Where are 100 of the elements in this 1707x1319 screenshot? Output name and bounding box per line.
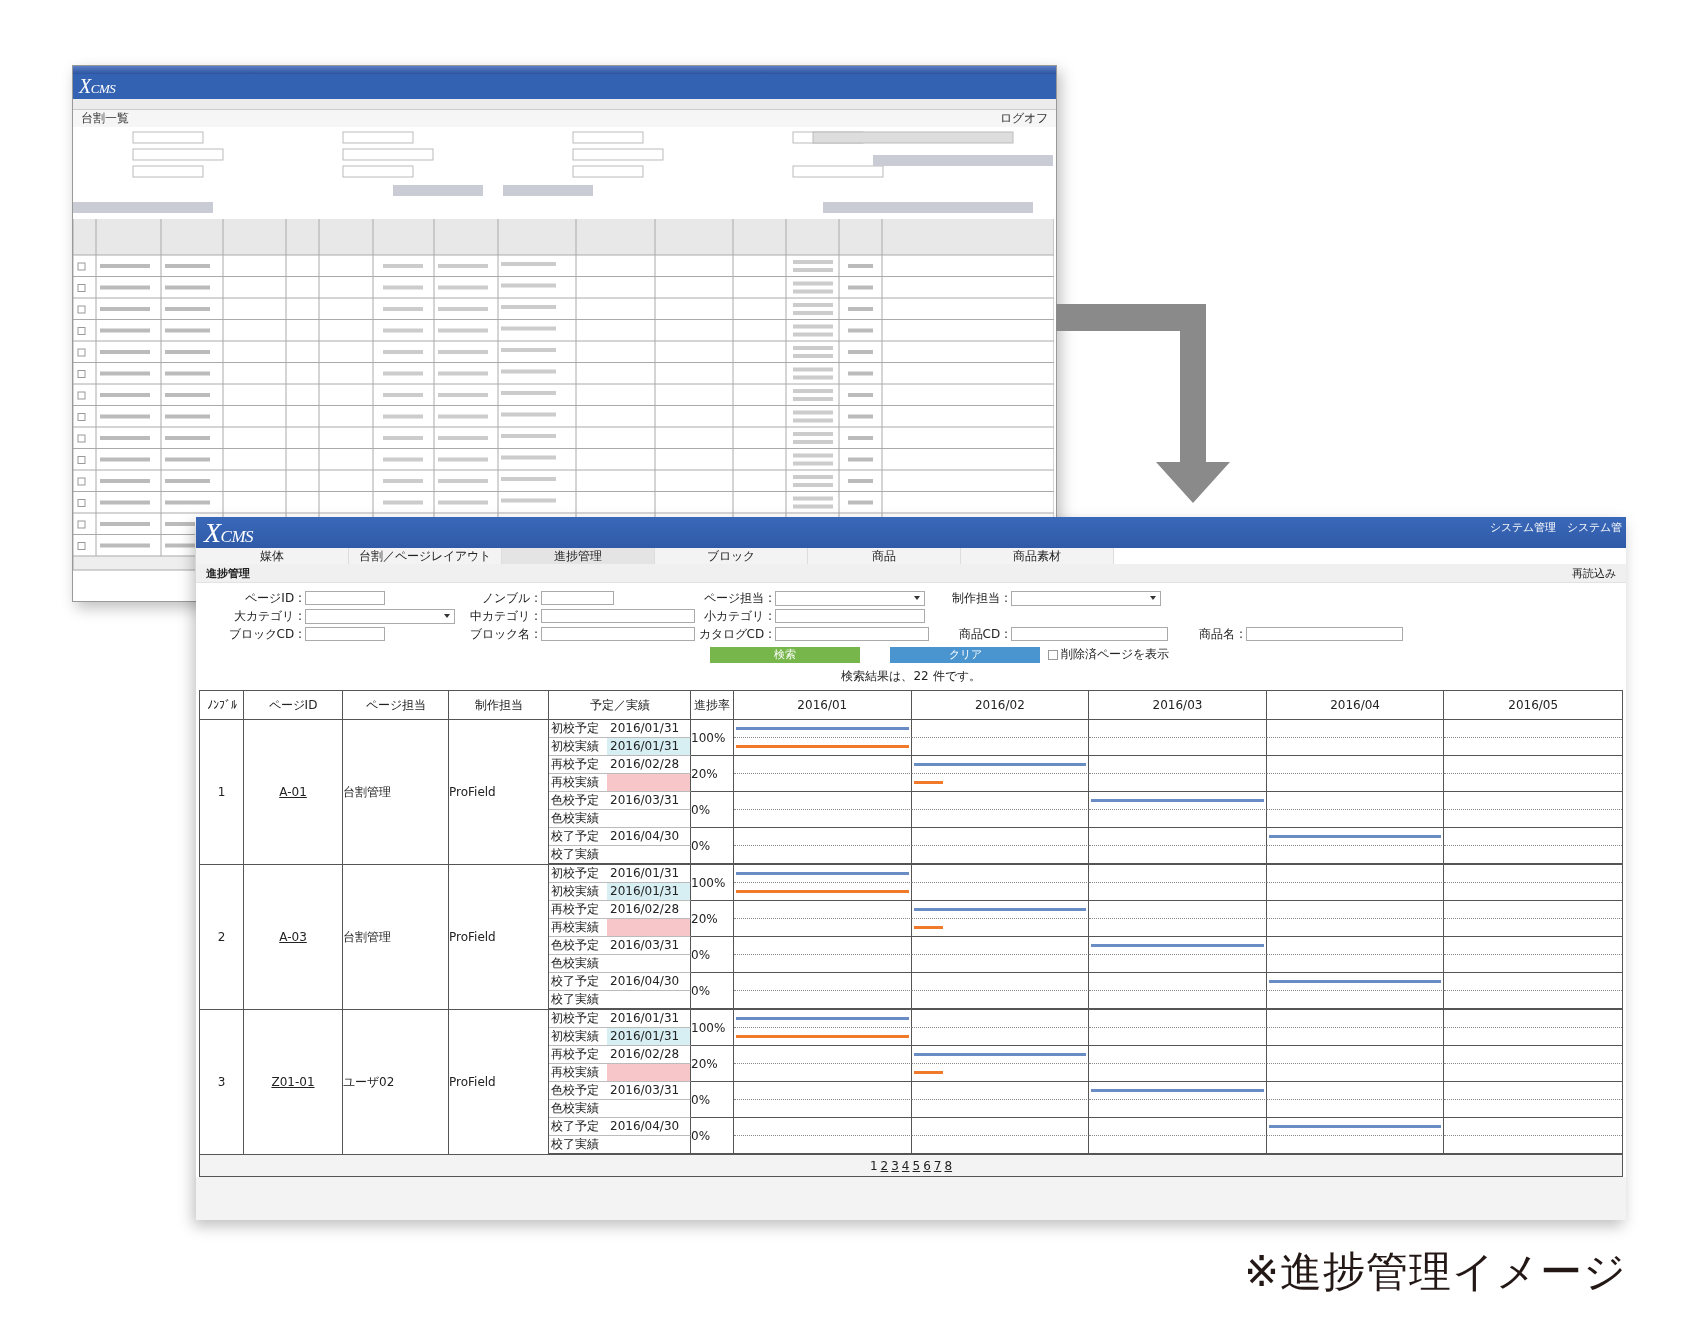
logo: XCMS <box>79 75 116 98</box>
page-id-link[interactable]: A-01 <box>279 785 307 799</box>
select-field[interactable] <box>305 608 455 624</box>
input-field[interactable] <box>775 609 925 623</box>
dropdown-icon <box>1150 596 1156 600</box>
date-cell-text: 2016/01/31 <box>609 865 681 882</box>
plan-label: 色校予定 <box>550 937 600 954</box>
page-link[interactable]: 6 <box>923 1158 931 1173</box>
field-label: 商品名 : <box>1198 626 1244 642</box>
bent-arrow-icon <box>1056 304 1231 504</box>
nav-tab[interactable]: 媒体 <box>196 548 349 564</box>
reload-link[interactable]: 再読込み <box>1572 565 1616 581</box>
progress-rate: 20% <box>691 766 718 781</box>
progress-rate: 20% <box>691 911 718 926</box>
page-link[interactable]: 3 <box>891 1158 899 1173</box>
actual-label: 初校実績 <box>550 1028 600 1045</box>
input-field[interactable] <box>1011 627 1168 641</box>
field-label: ブロックCD : <box>227 626 303 642</box>
page-link[interactable]: 5 <box>912 1158 921 1173</box>
date-cell-text: 2016/02/28 <box>609 901 681 918</box>
input-field[interactable] <box>541 627 695 641</box>
logo: XCMS <box>204 517 254 549</box>
table-cell: ProField <box>449 785 496 799</box>
progress-rate: 0% <box>691 983 711 998</box>
field-label: ページ担当 : <box>703 590 773 606</box>
progress-rate: 100% <box>691 875 726 890</box>
plan-label: 校了予定 <box>550 828 600 845</box>
progress-rate: 0% <box>691 947 711 962</box>
input-field[interactable] <box>541 609 695 623</box>
field-label: ブロック名 : <box>469 626 539 642</box>
field-label: 小カテゴリ : <box>703 608 773 624</box>
column-header: 2016/05 <box>1507 697 1560 714</box>
column-header: ページ担当 <box>343 691 449 719</box>
progress-rate: 100% <box>691 1020 726 1035</box>
select-field[interactable] <box>775 590 925 606</box>
plan-label: 再校予定 <box>550 756 600 773</box>
column-header: 2016/04 <box>1266 691 1445 719</box>
checkbox-label: 削除済ページを表示 <box>1061 646 1169 663</box>
page-title: 進捗管理 <box>206 565 250 581</box>
progress-rate: 0% <box>691 802 711 817</box>
checkbox[interactable] <box>1048 649 1058 660</box>
field-label: 制作担当 : <box>951 590 1009 606</box>
field-label: 中カテゴリ : <box>469 608 539 624</box>
dropdown-icon <box>914 596 920 600</box>
date-cell-text: 2016/03/31 <box>609 937 681 954</box>
page-link[interactable]: 2 <box>880 1158 889 1173</box>
caption: ※進捗管理イメージ <box>1244 1246 1628 1298</box>
input-field[interactable] <box>1246 627 1403 641</box>
actual-label: 再校実績 <box>550 1064 600 1081</box>
nav-tab[interactable]: 進捗管理 <box>502 548 655 564</box>
nav-tab[interactable]: 商品素材 <box>961 548 1114 564</box>
date-cell: 2016/01/31 <box>607 883 690 900</box>
date-cell: 2016/01/31 <box>607 1028 690 1045</box>
page-id-link[interactable]: A-03 <box>279 930 307 944</box>
column-header: 進捗率 <box>691 691 734 719</box>
page-link[interactable]: 8 <box>944 1158 953 1173</box>
plan-label: 初校予定 <box>550 865 600 882</box>
date-cell-text: 2016/03/31 <box>609 792 681 809</box>
page-link[interactable]: 1 <box>869 1158 878 1173</box>
column-header: ページID <box>244 691 343 719</box>
actual-label: 校了実績 <box>550 991 600 1008</box>
input-field[interactable] <box>305 627 385 641</box>
actual-label: 校了実績 <box>550 1136 600 1153</box>
select-field[interactable] <box>1011 590 1161 606</box>
progress-rate: 20% <box>691 1056 718 1071</box>
date-cell-text: 2016/02/28 <box>609 756 681 773</box>
column-header: 2016/02 <box>911 691 1090 719</box>
progress-rate: 0% <box>691 1092 711 1107</box>
table-cell: 2 <box>217 930 226 944</box>
input-field[interactable] <box>541 591 614 605</box>
column-header: 制作担当 <box>449 691 549 719</box>
progress-rate: 0% <box>691 838 711 853</box>
page-title: 台割一覧 <box>81 110 129 127</box>
plan-label: 色校予定 <box>550 792 600 809</box>
nav-tab[interactable]: 商品 <box>808 548 961 564</box>
plan-label: 校了予定 <box>550 973 600 990</box>
column-header: 2016/01 <box>734 691 912 719</box>
logout-link[interactable]: ログオフ <box>1000 110 1048 127</box>
result-count: 検索結果は、22 件です。 <box>841 669 981 683</box>
page-id-link[interactable]: Z01-01 <box>271 1075 315 1089</box>
input-field[interactable] <box>305 591 385 605</box>
page-link[interactable]: 7 <box>933 1158 942 1173</box>
actual-label: 再校実績 <box>550 919 600 936</box>
column-header: 2016/03 <box>1089 691 1267 719</box>
table-cell: 1 <box>217 785 226 799</box>
date-cell: 2016/01/31 <box>607 738 690 755</box>
input-field[interactable] <box>775 627 929 641</box>
date-cell-text: 2016/01/31 <box>609 1010 681 1027</box>
field-label: 商品CD : <box>957 626 1009 642</box>
nav-tab[interactable]: ブロック <box>655 548 808 564</box>
field-label: カタログCD : <box>697 626 773 642</box>
page-link[interactable]: 4 <box>901 1158 910 1173</box>
table-cell: 台割管理 <box>343 928 391 946</box>
plan-label: 校了予定 <box>550 1118 600 1135</box>
actual-label: 色校実績 <box>550 810 600 827</box>
table-cell: 3 <box>217 1075 226 1089</box>
nav-tab[interactable]: 台割／ページレイアウト <box>349 548 502 564</box>
date-cell-text: 2016/04/30 <box>609 973 681 990</box>
actual-label: 色校実績 <box>550 955 600 972</box>
column-header: ﾉﾝﾌﾞﾙ <box>200 691 244 719</box>
